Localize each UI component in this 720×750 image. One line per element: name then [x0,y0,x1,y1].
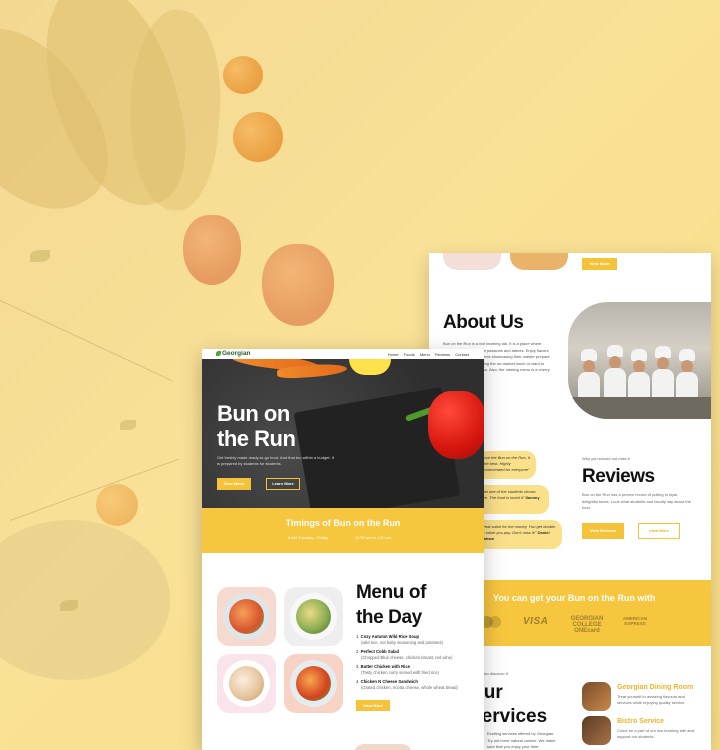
payment-logos: VISA GEORGIAN COLLEGE ONEcard AMERICAN E… [481,616,701,634]
strawberry-shape [183,215,241,285]
menu-item-number: 3. [356,664,360,669]
learn-more-button[interactable]: Learn More [266,478,300,490]
view-more-button[interactable]: View More [582,258,617,270]
menu-item-desc: (Chopped Blue cheese, chicken breast, re… [361,655,453,660]
nav-item-contact[interactable]: Contact [455,352,469,357]
food-thumbnail [354,744,412,750]
reviews-text: Bun on the Run has a proven record of pu… [582,492,691,511]
menu-item-name: Butter Chicken with Rice [360,664,410,669]
logo-text: Georgian [222,350,251,357]
red-pepper [428,391,484,459]
visa-logo: VISA [523,616,549,627]
tomato-shape [96,484,138,526]
onecard-logo: GEORGIAN COLLEGE ONEcard [570,616,604,634]
menu-item-number: 4. [356,679,360,684]
hero-section: Bun on the Run Get freshly made ready-to… [202,359,484,508]
menu-view-more-button[interactable]: View More [356,700,390,711]
testimonial-author: Sammy [525,495,540,500]
service-text: Treat yourself to amazing flavours and s… [617,694,686,705]
herb-leaf [30,250,50,262]
nav-item-menu[interactable]: Menu [420,352,430,357]
view-menu-button[interactable]: View Menu [217,478,251,490]
mastercard-logo [481,616,503,628]
menu-dish-image [284,654,343,713]
dining-room-image [582,682,611,711]
services-kicker: Also discover It [481,671,509,676]
menu-item-name: Perfect Cobb Salad [360,649,400,654]
strawberry-shape [262,244,334,326]
nav-menu: Home Foods Menu Reviews Contact [384,352,469,357]
nav-item-foods[interactable]: Foods [404,352,415,357]
hero-title-line1: Bun on [217,401,290,426]
about-title: About Us [443,312,524,333]
timings-hours: 11:30 am to 1:00 pm [355,535,392,540]
leaf-icon [216,351,221,356]
herb-leaf [120,420,136,430]
menu-title-line1: Menu of [356,582,427,603]
tomato-shape [233,112,283,162]
food-thumbnail [510,253,568,270]
food-thumbnail [443,253,501,270]
menu-item-number: 1. [356,634,360,639]
timings-title: Timings of Bun on the Run [285,518,401,528]
chefs-photo [568,302,711,419]
service-title: Bistro Service [617,718,665,725]
menu-title: Menu of the Day [356,580,426,630]
hero-title: Bun on the Run [217,401,296,451]
herb-leaf [60,600,78,611]
menu-item-number: 2. [356,649,360,654]
menu-item-name: Cozy Autumn Wild Rice Soup [360,634,420,639]
menu-item: 3. Butter Chicken with Rice (Tasty chick… [356,664,476,676]
menu-item-desc: (Tasty chicken curry served with fried r… [361,670,439,675]
menu-item-desc: (Grated chicken, ricotta cheese, whole w… [361,685,458,690]
nav-item-reviews[interactable]: Reviews [435,352,450,357]
kitchen-counter [568,397,711,419]
testimonial-text: "I love the Bun on the Run. It is the be… [479,455,531,472]
menu-item: 4. Chicken N Cheese Sandwich (Grated chi… [356,679,476,691]
amex-logo: AMERICAN EXPRESS [622,616,648,626]
menu-item: 2. Perfect Cobb Salad (Chopped Blue chee… [356,649,476,661]
hero-text: Get freshly made ready-to-go food. And t… [217,455,334,466]
menu-list: 1. Cozy Autumn Wild Rice Soup (wild rice… [356,634,476,694]
menu-item-desc: (wild rice, not baby seasoning and potat… [361,640,443,645]
tomato-shape [223,56,263,94]
menu-item: 1. Cozy Autumn Wild Rice Soup (wild rice… [356,634,476,646]
hero-title-line2: the Run [217,426,296,451]
services-text: Exciting services offered by Georgian. T… [487,731,556,750]
menu-dish-image [217,654,276,713]
menu-title-line2: the Day [356,607,422,628]
website-mockup-front: Georgian Home Foods Menu Reviews Contact… [202,349,484,750]
menu-dish-image [284,587,343,646]
service-text: Come be a part of our live-learning lab!… [617,728,694,739]
bistro-image [582,716,611,745]
menu-dish-image [217,587,276,646]
timings-days: 8 AM Tuesday - Friday [288,535,329,540]
reviews-kicker: Why you should not miss it [582,456,630,461]
timings-band: Timings of Bun on the Run 8 AM Tuesday -… [202,508,484,553]
menu-item-name: Chicken N Cheese Sandwich [360,679,418,684]
view-more-reviews-button[interactable]: View More [638,523,680,539]
payment-title: You can get your Bun on the Run with [493,593,656,603]
top-nav: Georgian Home Foods Menu Reviews Contact [202,349,484,359]
view-reviews-button[interactable]: View Reviews [582,523,624,539]
reviews-title: Reviews [582,466,655,487]
service-title: Georgian Dining Room [617,684,694,691]
nav-item-home[interactable]: Home [388,352,399,357]
georgian-logo[interactable]: Georgian [216,350,251,357]
